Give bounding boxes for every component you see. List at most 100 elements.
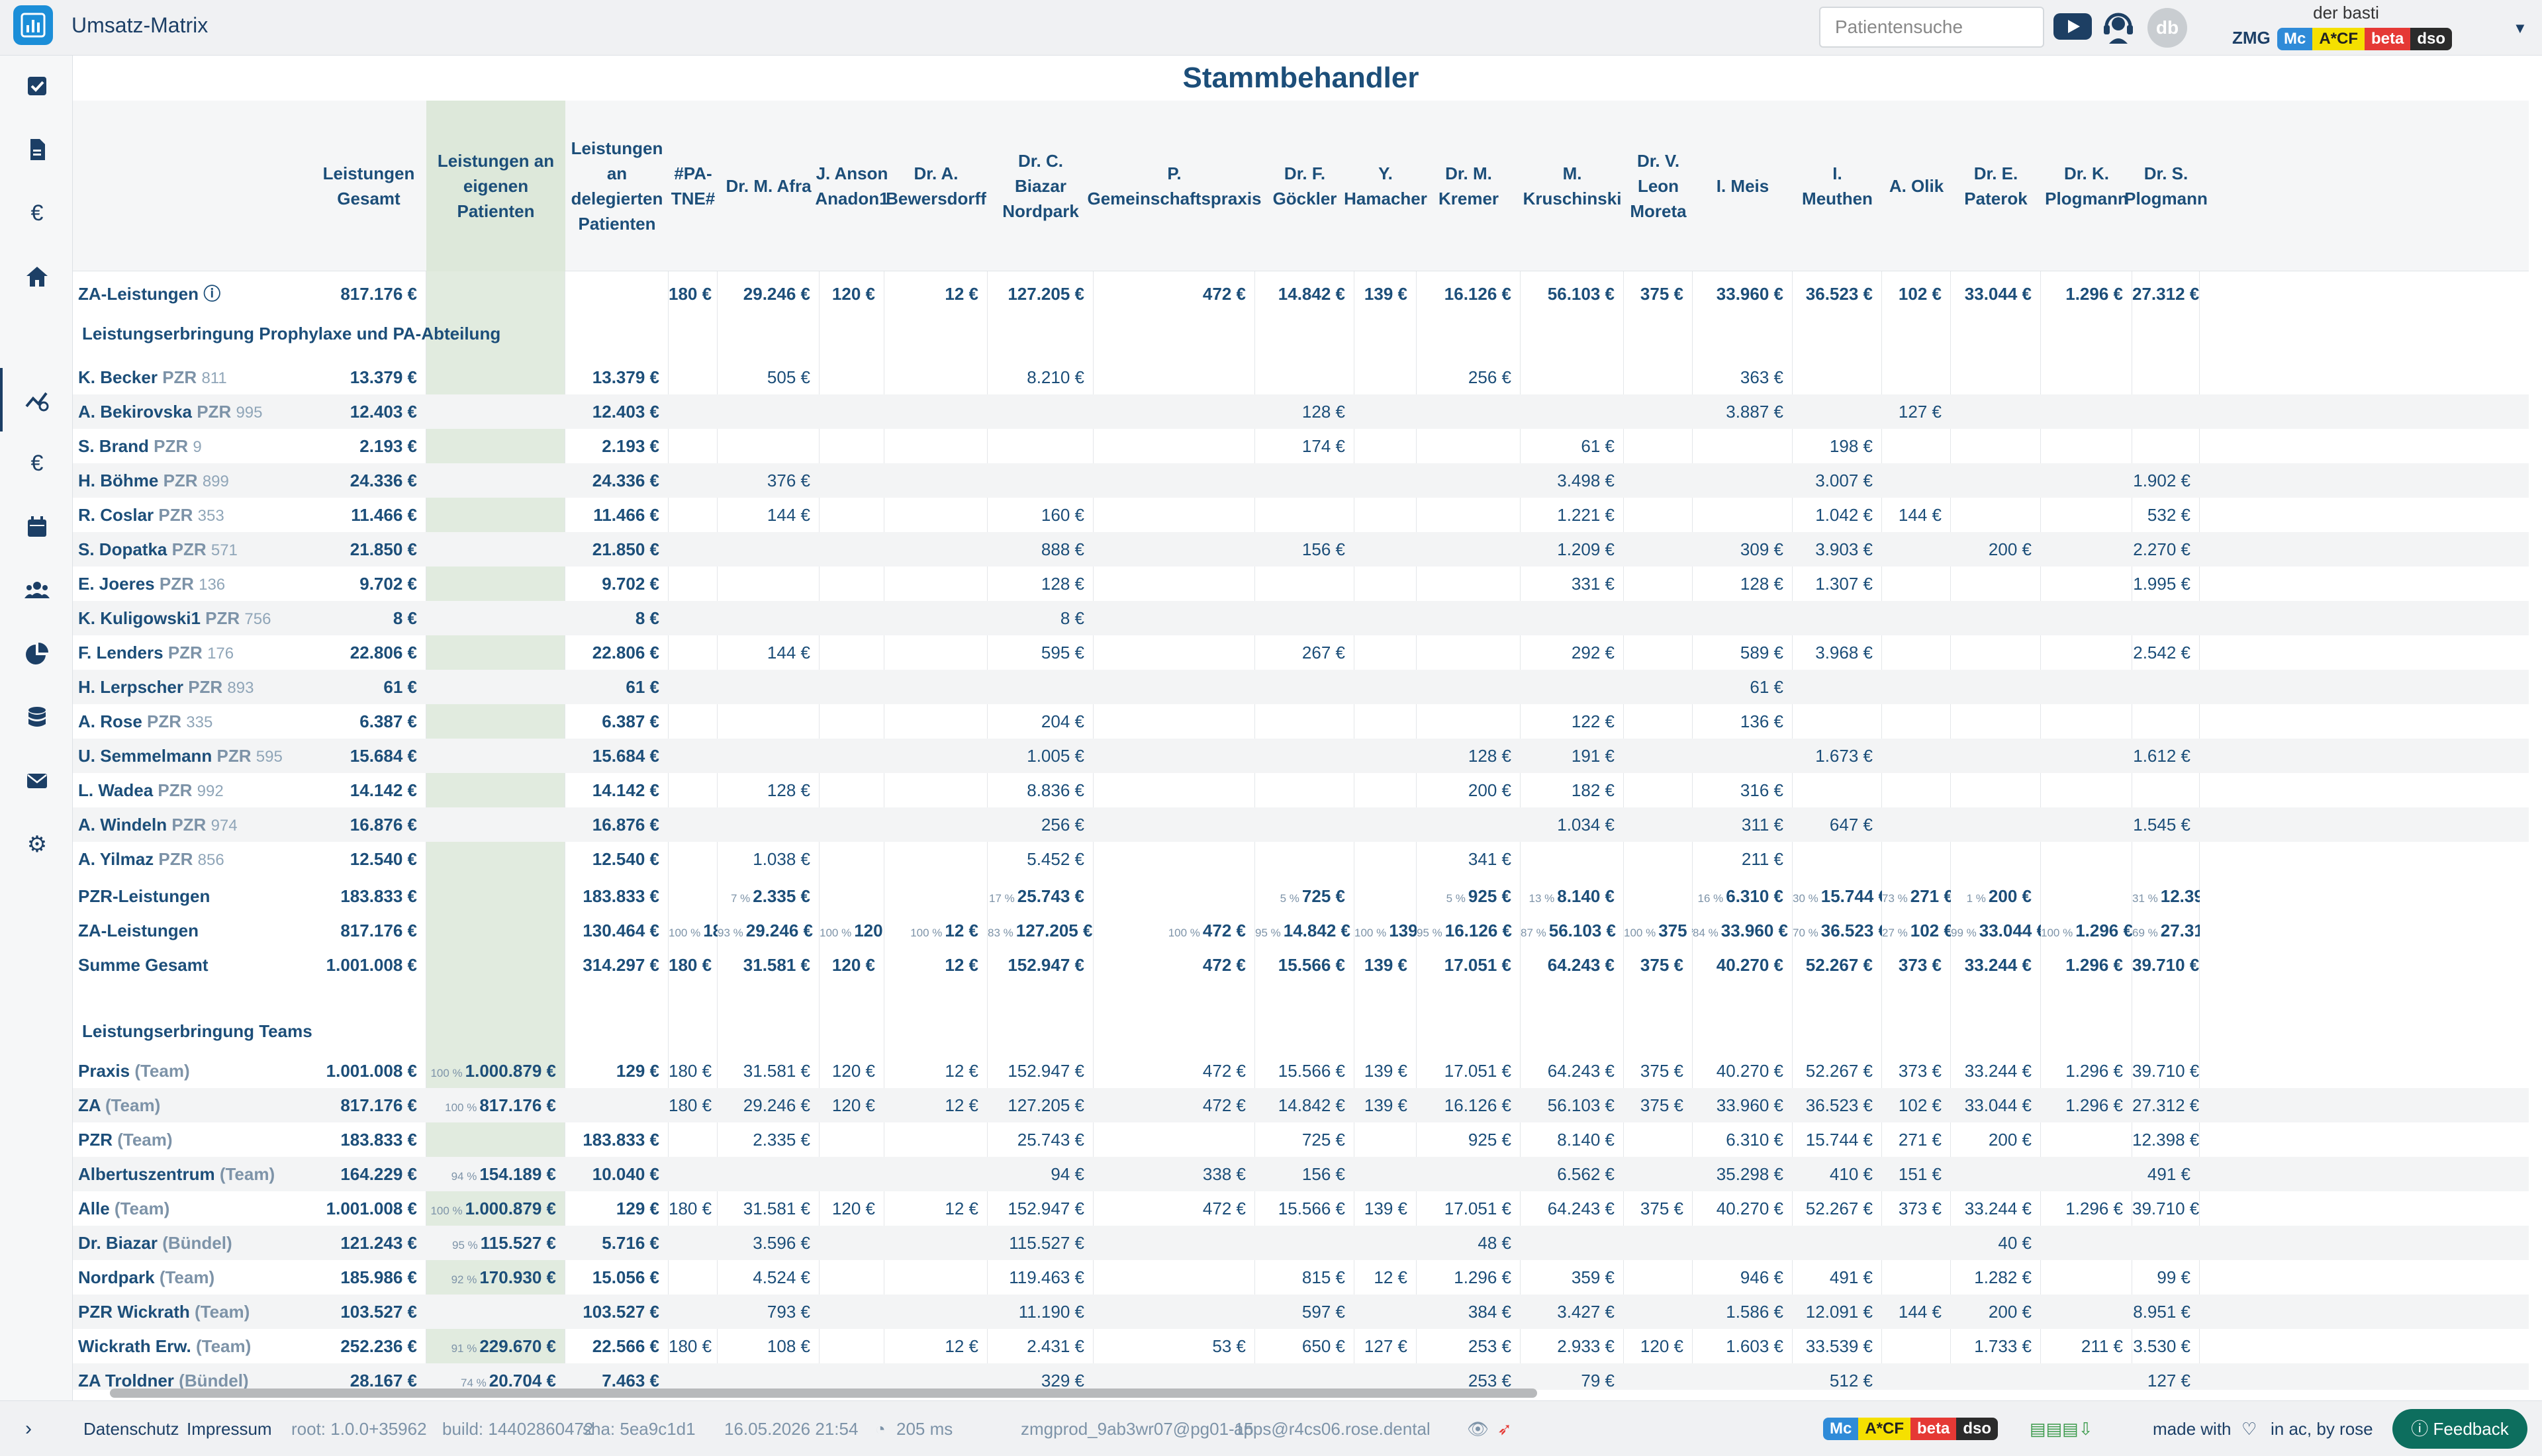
column-header[interactable]: I. Meis	[1693, 101, 1793, 271]
table-cell[interactable]: 8 €	[988, 601, 1094, 635]
table-cell[interactable]	[1624, 1122, 1693, 1157]
table-cell[interactable]: 136 €	[1693, 704, 1793, 739]
table-cell[interactable]: 13.379 €	[565, 360, 669, 394]
patient-search-input[interactable]	[1819, 7, 2044, 48]
table-cell[interactable]: 191 €	[1521, 739, 1624, 773]
table-cell[interactable]	[1094, 1363, 1255, 1390]
table-cell[interactable]	[718, 1363, 820, 1390]
table-cell[interactable]: 40 €	[1951, 1226, 2041, 1260]
table-cell[interactable]: 144 €	[1882, 498, 1951, 532]
summary-row[interactable]: Summe Gesamt 1.001.008 € 314.297 € 180 € 31.…	[73, 948, 2529, 982]
table-cell[interactable]: 200 €	[1951, 1122, 2041, 1157]
table-cell[interactable]	[1793, 1226, 1882, 1260]
table-cell[interactable]	[669, 879, 718, 913]
table-cell[interactable]	[2041, 635, 2132, 670]
table-cell[interactable]: 309 €	[1693, 532, 1793, 567]
table-cell[interactable]	[1951, 498, 2041, 532]
table-cell[interactable]: 69 %27.312 €	[2132, 913, 2200, 948]
summary-row[interactable]: ZA-Leistungen817.176 €130.464 €100 %180 …	[73, 913, 2529, 948]
table-cell[interactable]	[1255, 360, 1354, 394]
table-cell[interactable]: 1.001.008 €	[311, 948, 426, 982]
table-cell[interactable]: 12 €	[884, 1054, 988, 1088]
table-cell[interactable]: 1.209 €	[1521, 532, 1624, 567]
team-row[interactable]: PZR Wickrath (Team) 103.527 € 103.527 € 793…	[73, 1295, 2529, 1329]
table-cell[interactable]: 120 €	[820, 277, 884, 311]
table-cell[interactable]	[1624, 635, 1693, 670]
table-row[interactable]: A. Bekirovska PZR 995 12.403 € 12.403 € 128…	[73, 394, 2529, 429]
table-cell[interactable]: 39.710 €	[2132, 1054, 2200, 1088]
column-header[interactable]: #PA-TNE#	[669, 101, 718, 271]
table-body[interactable]: ZA-Leistungen ⓘ 817.176 € 180 € 29.246 € 120…	[73, 271, 2529, 1390]
table-cell[interactable]	[988, 429, 1094, 463]
calendar-icon[interactable]	[24, 514, 50, 540]
table-cell[interactable]: 8.836 €	[988, 773, 1094, 807]
table-cell[interactable]	[1882, 463, 1951, 498]
table-cell[interactable]	[1417, 635, 1521, 670]
table-cell[interactable]: 472 €	[1094, 1088, 1255, 1122]
database-icon[interactable]	[24, 704, 50, 731]
table-cell[interactable]	[1882, 773, 1951, 807]
table-cell[interactable]: 2.542 €	[2132, 635, 2200, 670]
user-avatar[interactable]: db	[2147, 8, 2187, 48]
table-cell[interactable]	[820, 1295, 884, 1329]
table-cell[interactable]: 53 €	[1094, 1329, 1255, 1363]
table-cell[interactable]	[1417, 498, 1521, 532]
table-cell[interactable]: 12 €	[1354, 1260, 1417, 1295]
table-cell[interactable]	[2041, 1363, 2132, 1390]
table-cell[interactable]: 15.744 €	[1793, 1122, 1882, 1157]
table-cell[interactable]: 14.142 €	[565, 773, 669, 807]
table-cell[interactable]	[1255, 807, 1354, 842]
table-cell[interactable]	[1255, 498, 1354, 532]
table-cell[interactable]: 13.379 €	[311, 360, 426, 394]
table-cell[interactable]: 12.403 €	[311, 394, 426, 429]
table-cell[interactable]	[1354, 532, 1417, 567]
table-cell[interactable]: 16.126 €	[1417, 1088, 1521, 1122]
table-cell[interactable]	[1882, 1329, 1951, 1363]
table-cell[interactable]: 52.267 €	[1793, 1191, 1882, 1226]
table-cell[interactable]: 505 €	[718, 360, 820, 394]
table-cell[interactable]: 8 €	[311, 601, 426, 635]
user-name[interactable]: der basti	[2280, 3, 2412, 23]
table-cell[interactable]: 1.034 €	[1521, 807, 1624, 842]
table-cell[interactable]: 4.524 €	[718, 1260, 820, 1295]
table-cell[interactable]	[426, 913, 565, 948]
table-cell[interactable]	[1255, 567, 1354, 601]
feedback-button[interactable]: ⓘ Feedback	[2392, 1409, 2527, 1449]
table-row[interactable]: A. Yilmaz PZR 856 12.540 € 12.540 € 1.038 €…	[73, 842, 2529, 876]
table-cell[interactable]	[1624, 498, 1693, 532]
table-cell[interactable]	[1882, 1226, 1951, 1260]
table-cell[interactable]	[884, 1226, 988, 1260]
table-cell[interactable]: 1.612 €	[2132, 739, 2200, 773]
summary-row[interactable]: PZR-Leistungen 183.833 € 183.833 € 7 % 2.335…	[73, 879, 2529, 913]
table-cell[interactable]: 180 €	[669, 1191, 718, 1226]
table-cell[interactable]: 100 % 472 €	[1094, 913, 1255, 948]
table-cell[interactable]	[2041, 1122, 2132, 1157]
table-cell[interactable]: 160 €	[988, 498, 1094, 532]
table-cell[interactable]: 925 €	[1417, 1122, 1521, 1157]
table-cell[interactable]: 12.403 €	[565, 394, 669, 429]
table-cell[interactable]: 6.562 €	[1521, 1157, 1624, 1191]
table-cell[interactable]: 6.310 €	[1693, 1122, 1793, 1157]
table-cell[interactable]	[1951, 360, 2041, 394]
table-cell[interactable]	[1255, 704, 1354, 739]
table-cell[interactable]	[2041, 807, 2132, 842]
table-cell[interactable]	[1624, 670, 1693, 704]
table-cell[interactable]	[1255, 773, 1354, 807]
table-cell[interactable]: 512 €	[1793, 1363, 1882, 1390]
table-cell[interactable]	[1624, 807, 1693, 842]
table-cell[interactable]	[426, 739, 565, 773]
table-cell[interactable]: 12.398 €	[2132, 1122, 2200, 1157]
table-cell[interactable]: 122 €	[1521, 704, 1624, 739]
table-cell[interactable]	[1624, 429, 1693, 463]
table-cell[interactable]	[426, 670, 565, 704]
table-row[interactable]: E. Joeres PZR 136 9.702 € 9.702 € 128 € 331 …	[73, 567, 2529, 601]
table-cell[interactable]: 115.527 €	[988, 1226, 1094, 1260]
table-cell[interactable]	[1793, 360, 1882, 394]
table-cell[interactable]	[1951, 842, 2041, 876]
table-cell[interactable]: 56.103 €	[1521, 277, 1624, 311]
table-cell[interactable]	[2041, 1226, 2132, 1260]
table-cell[interactable]: 15.566 €	[1255, 948, 1354, 982]
table-cell[interactable]	[884, 1363, 988, 1390]
table-cell[interactable]	[1094, 1226, 1255, 1260]
table-cell[interactable]: 16 % 6.310 €	[1693, 879, 1793, 913]
